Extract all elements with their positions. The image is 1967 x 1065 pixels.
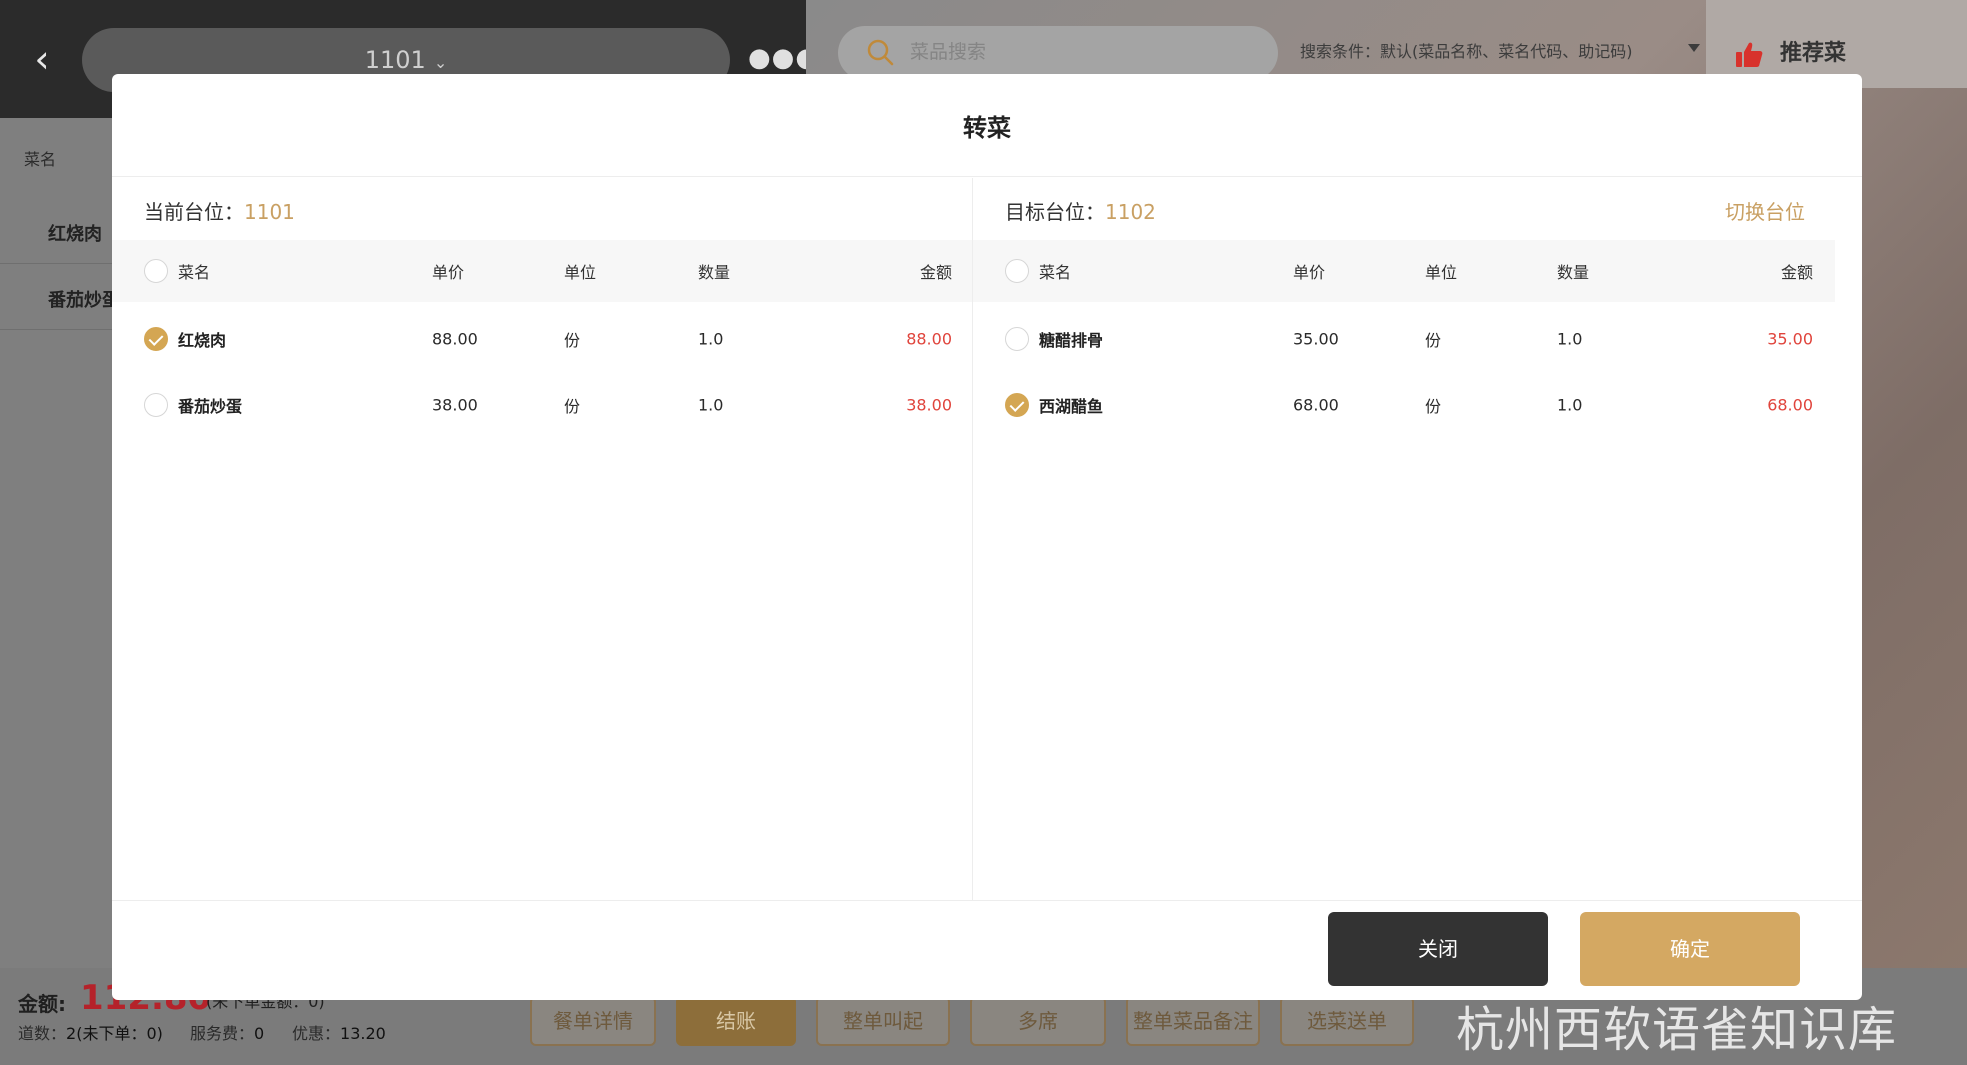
- divider: [112, 900, 1862, 901]
- send-order-button[interactable]: 选菜送单: [1280, 996, 1414, 1046]
- table-number: 1101: [364, 46, 426, 74]
- search-input[interactable]: [838, 26, 1278, 80]
- dish-name: 糖醋排骨: [1039, 331, 1104, 350]
- row-checkbox[interactable]: [1005, 327, 1029, 351]
- switch-table-link[interactable]: 切换台位: [1725, 196, 1805, 225]
- column-header: 菜名: [1039, 263, 1072, 282]
- quantity: 1.0: [698, 395, 724, 415]
- order-list-item[interactable]: 番茄炒蛋: [0, 264, 120, 330]
- row-checkbox[interactable]: [144, 393, 168, 417]
- close-button[interactable]: 关闭: [1328, 912, 1548, 986]
- search-icon: [867, 39, 894, 66]
- thumbs-up-icon: [1736, 42, 1763, 67]
- unit: 份: [564, 397, 581, 416]
- column-header: 数量: [1557, 263, 1590, 282]
- column-header: 金额: [1780, 263, 1813, 282]
- table-row[interactable]: 红烧肉 88.00 份 1.0 88.00: [112, 306, 972, 372]
- amount: 88.00: [906, 329, 952, 349]
- order-note-button[interactable]: 整单菜品备注: [1126, 996, 1260, 1046]
- unit-price: 35.00: [1293, 329, 1339, 349]
- dish-name: 西湖醋鱼: [1039, 397, 1104, 416]
- back-button[interactable]: ‹: [22, 36, 62, 82]
- target-table-header: 目标台位：1102 切换台位: [973, 178, 1835, 238]
- order-list-item[interactable]: 红烧肉: [0, 198, 112, 264]
- watermark: 杭州西软语雀知识库: [1456, 1002, 1898, 1058]
- chevron-left-icon: ‹: [34, 37, 50, 81]
- column-header: 菜名: [178, 263, 211, 282]
- current-table-label: 当前台位：: [144, 200, 244, 224]
- column-header: 单位: [1425, 263, 1458, 282]
- divider: [112, 176, 1862, 177]
- call-all-button[interactable]: 整单叫起: [816, 996, 950, 1046]
- column-header: 金额: [919, 263, 952, 282]
- confirm-button[interactable]: 确定: [1580, 912, 1800, 986]
- service-fee: 服务费：0: [190, 1024, 265, 1043]
- target-table-value: 1102: [1105, 200, 1156, 224]
- checkout-button[interactable]: 结账: [676, 996, 796, 1046]
- row-checkbox[interactable]: [144, 327, 168, 351]
- table-header: 菜名 单价 单位 数量 金额: [112, 240, 972, 302]
- dialog-title: 转菜: [963, 114, 1011, 142]
- order-detail-button[interactable]: 餐单详情: [530, 996, 656, 1046]
- target-table-panel: 目标台位：1102 切换台位 菜名 单价 单位 数量 金额 糖醋排骨 35.00…: [973, 178, 1835, 900]
- unit: 份: [564, 331, 581, 350]
- table-row[interactable]: 糖醋排骨 35.00 份 1.0 35.00: [973, 306, 1835, 372]
- caret-down-icon[interactable]: [1688, 44, 1700, 52]
- search-placeholder: 菜品搜索: [910, 41, 987, 63]
- multi-table-button[interactable]: 多席: [970, 996, 1106, 1046]
- column-header: 单价: [1293, 263, 1326, 282]
- unit-price: 88.00: [432, 329, 478, 349]
- recommend-label: 推荐菜: [1780, 41, 1847, 66]
- current-table-panel: 当前台位：1101 菜名 单价 单位 数量 金额 红烧肉 88.00 份 1.0…: [112, 178, 972, 900]
- dish-count: 道数：2(未下单：0): [18, 1024, 163, 1043]
- column-header: 单位: [564, 263, 597, 282]
- amount: 68.00: [1767, 395, 1813, 415]
- table-header: 菜名 单价 单位 数量 金额: [973, 240, 1835, 302]
- quantity: 1.0: [1557, 329, 1583, 349]
- column-header: 单价: [432, 263, 465, 282]
- unit: 份: [1425, 331, 1442, 350]
- amount-label: 金额:: [18, 992, 66, 1016]
- quantity: 1.0: [698, 329, 724, 349]
- unit: 份: [1425, 397, 1442, 416]
- select-all-checkbox[interactable]: [1005, 259, 1029, 283]
- quantity: 1.0: [1557, 395, 1583, 415]
- discount: 优惠：13.20: [292, 1024, 386, 1043]
- target-table-label: 目标台位：: [1005, 200, 1105, 224]
- select-all-checkbox[interactable]: [144, 259, 168, 283]
- amount: 35.00: [1767, 329, 1813, 349]
- unit-price: 38.00: [432, 395, 478, 415]
- more-button[interactable]: ●●●: [748, 38, 818, 78]
- current-table-header: 当前台位：1101: [112, 178, 972, 238]
- unit-price: 68.00: [1293, 395, 1339, 415]
- row-checkbox[interactable]: [1005, 393, 1029, 417]
- column-header: 数量: [698, 263, 731, 282]
- current-table-value: 1101: [244, 200, 295, 224]
- transfer-dish-dialog: 转菜 当前台位：1101 菜名 单价 单位 数量 金额 红烧肉 88.00 份 …: [112, 74, 1862, 1000]
- dish-name: 番茄炒蛋: [178, 397, 243, 416]
- amount: 38.00: [906, 395, 952, 415]
- dish-name: 红烧肉: [178, 331, 227, 350]
- chevron-down-icon: ⌄: [433, 53, 448, 72]
- table-row[interactable]: 番茄炒蛋 38.00 份 1.0 38.00: [112, 372, 972, 438]
- table-row[interactable]: 西湖醋鱼 68.00 份 1.0 68.00: [973, 372, 1835, 438]
- order-list-header: 菜名: [24, 150, 57, 169]
- search-condition-select[interactable]: 搜索条件：默认(菜品名称、菜名代码、助记码): [1300, 38, 1633, 66]
